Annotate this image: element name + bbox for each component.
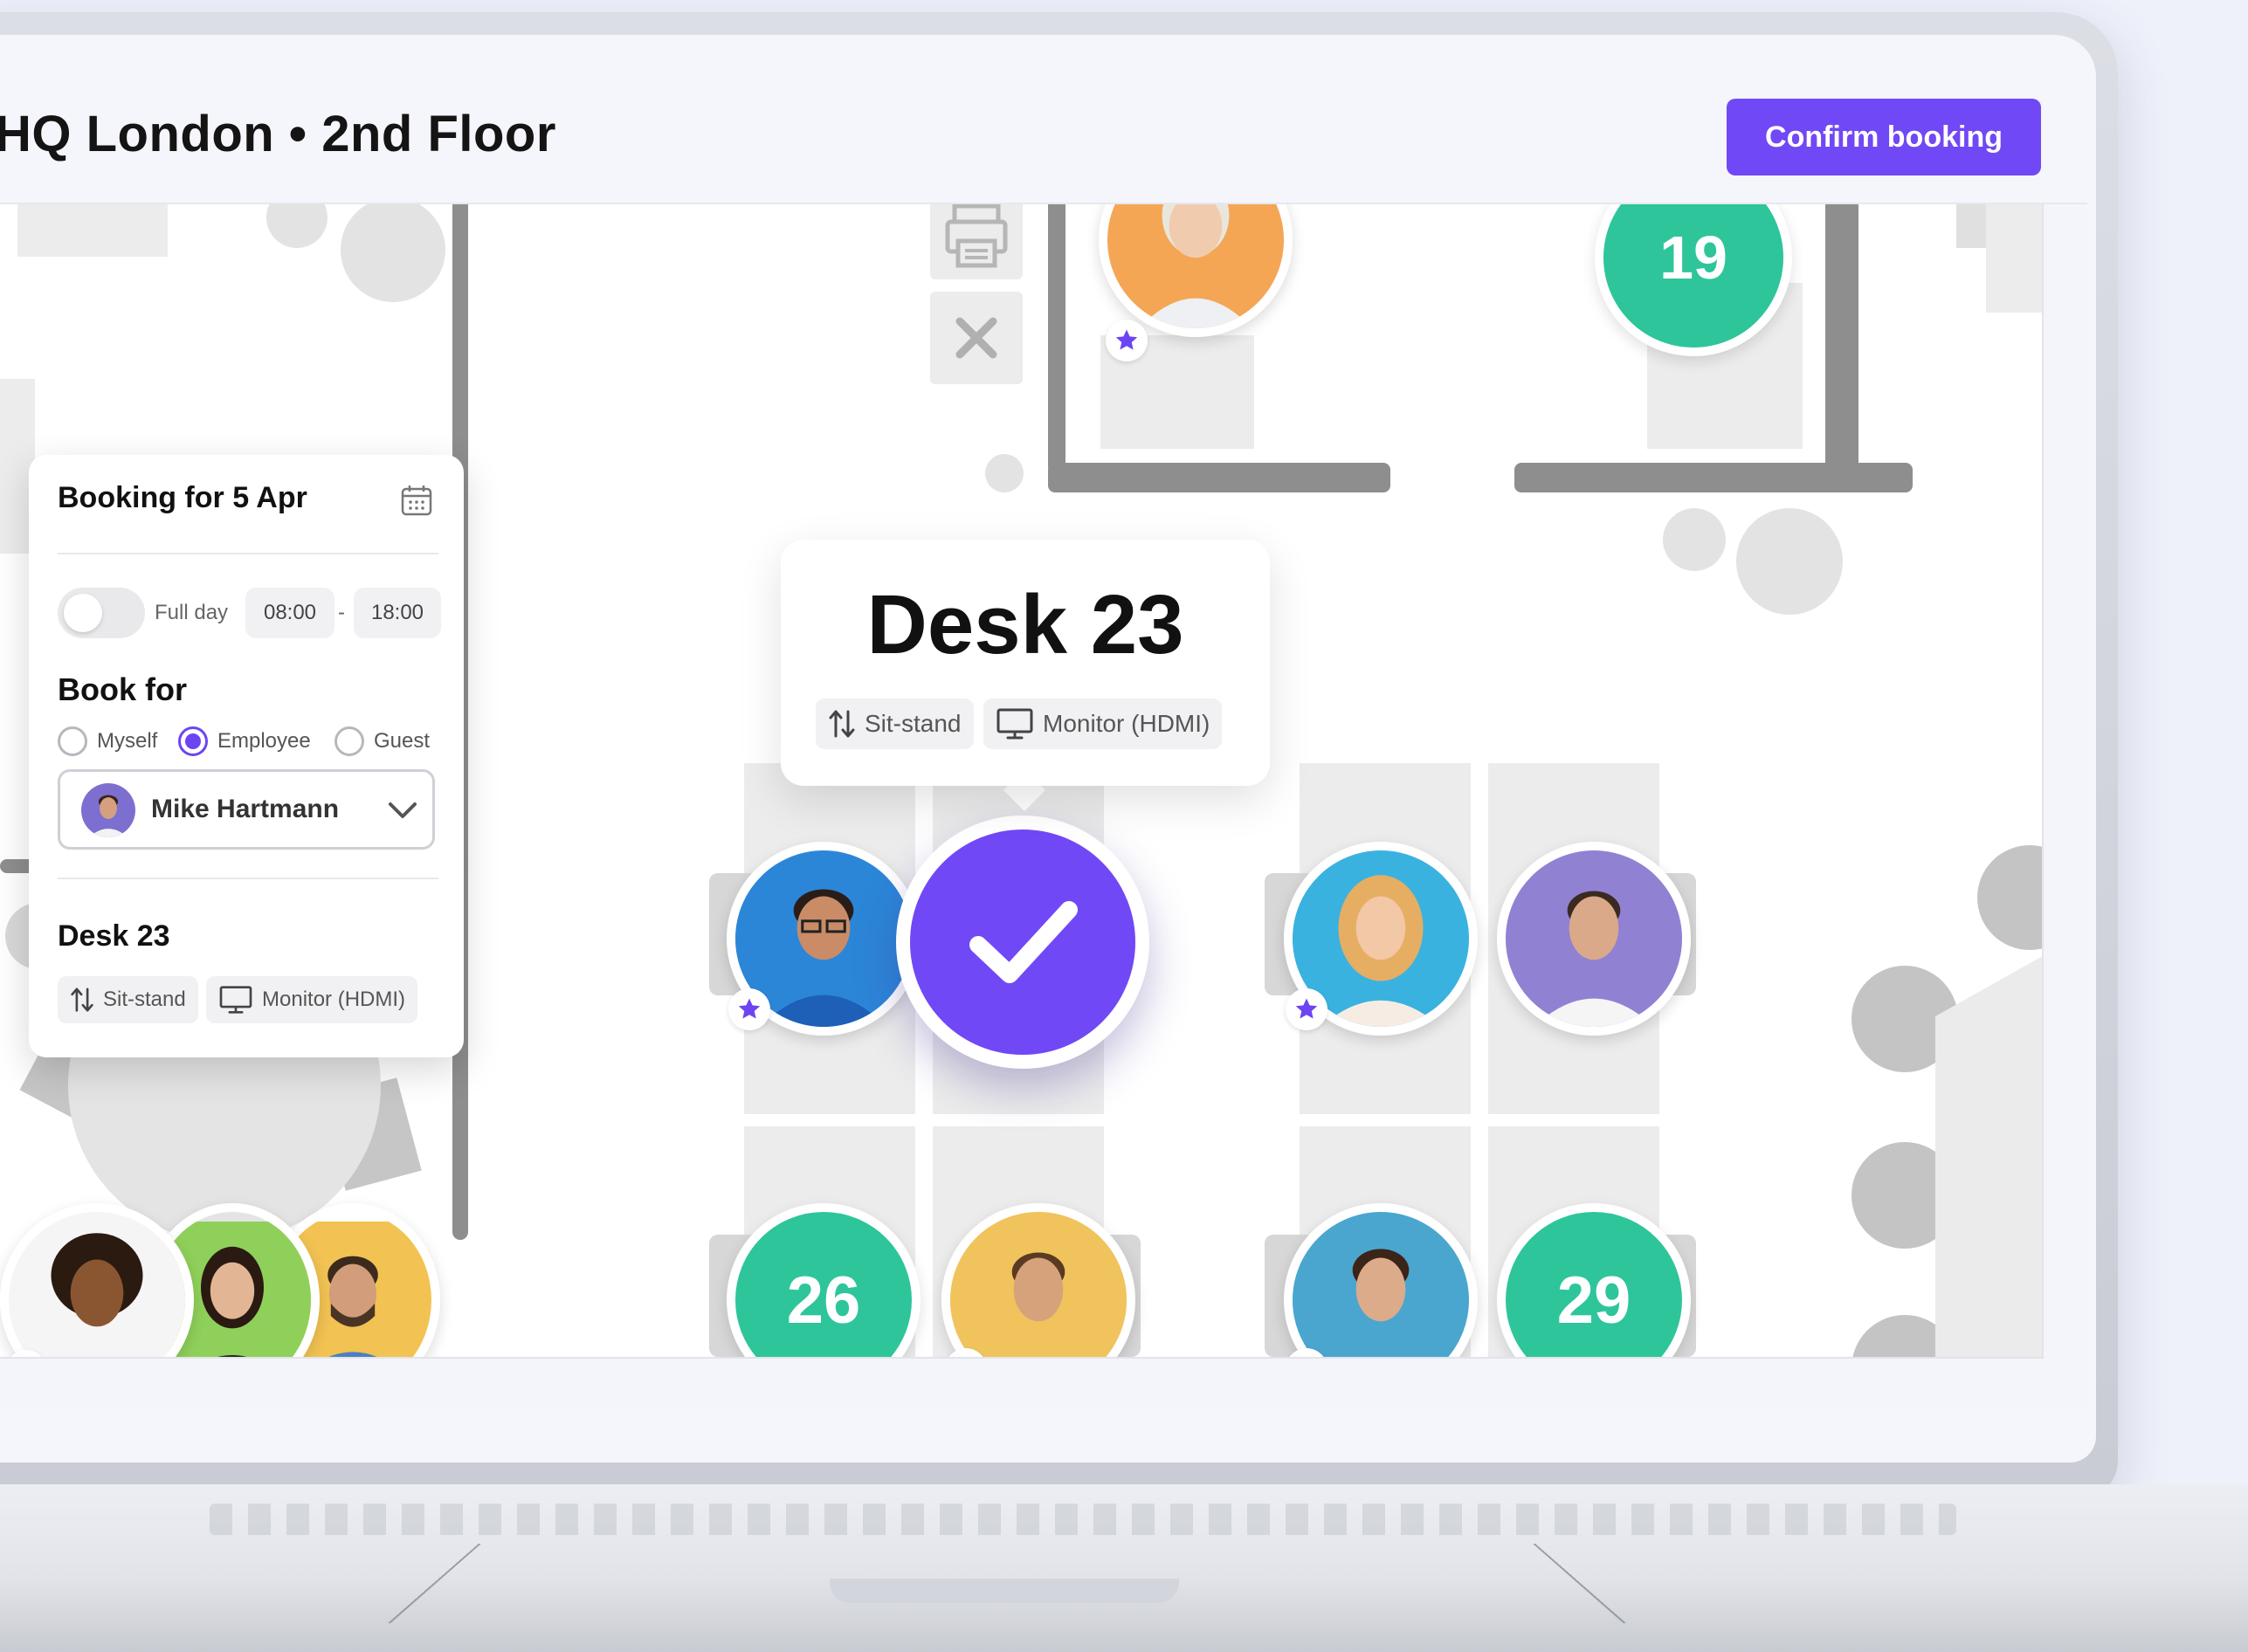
full-day-label: Full day	[155, 601, 229, 624]
radio-label-employee: Employee	[217, 729, 311, 753]
radio-guest[interactable]	[334, 726, 364, 756]
app-screen: HQ London • 2nd Floor Confirm booking 19…	[0, 54, 2087, 1406]
avatar-colleague[interactable]	[1497, 842, 1691, 1036]
feature-chip-sit-stand: Sit-stand	[816, 699, 974, 749]
star-icon	[1295, 998, 1318, 1019]
check-icon	[969, 901, 1078, 983]
selected-employee-name: Mike Hartmann	[151, 795, 340, 823]
desk-number: 29	[1556, 1263, 1631, 1338]
page-title: HQ London • 2nd Floor	[0, 106, 556, 162]
plant-decor	[341, 204, 445, 302]
feature-chip-monitor: Monitor (HDMI)	[983, 699, 1223, 749]
decor-circle	[985, 454, 1024, 492]
favorite-badge	[728, 988, 770, 1030]
feature-label: Sit-stand	[865, 710, 962, 737]
star-icon	[953, 1356, 979, 1359]
printer-tile	[930, 204, 1023, 279]
desk-title: Desk 23	[58, 919, 170, 953]
divider	[58, 878, 438, 879]
decor-circle	[1977, 845, 2042, 950]
feature-label: Monitor (HDMI)	[1043, 710, 1210, 737]
booking-date-title: Booking for 5 Apr	[58, 481, 307, 514]
divider	[58, 553, 438, 554]
favorite-badge	[1286, 988, 1327, 1030]
monitor-icon	[219, 986, 252, 1014]
radio-employee[interactable]	[178, 726, 208, 756]
star-icon	[1293, 1356, 1320, 1359]
decor-circle	[1663, 508, 1726, 571]
sit-stand-icon	[829, 710, 855, 738]
feature-label: Sit-stand	[103, 988, 186, 1011]
chevron-down-icon	[389, 802, 417, 818]
radio-label-myself: Myself	[97, 729, 158, 753]
furniture-block	[17, 204, 168, 257]
feature-chip-sit-stand: Sit-stand	[58, 976, 198, 1023]
unavailable-tile	[930, 292, 1023, 384]
monitor-icon	[996, 708, 1033, 740]
furniture-block	[1986, 204, 2042, 313]
tooltip-title: Desk 23	[866, 578, 1184, 671]
app-header: HQ London • 2nd Floor Confirm booking	[0, 54, 2087, 204]
room-wall	[1048, 204, 1065, 475]
feature-label: Monitor (HDMI)	[262, 988, 406, 1011]
star-icon	[738, 998, 761, 1019]
avatar	[81, 783, 135, 837]
employee-select[interactable]: Mike Hartmann	[58, 769, 435, 850]
start-time-field[interactable]: 08:00	[245, 588, 334, 638]
plant-decor	[266, 204, 328, 248]
desk-tooltip: Desk 23 Sit-stand Monitor (HDMI)	[781, 540, 1270, 786]
calendar-icon[interactable]	[399, 483, 434, 518]
booking-panel: Booking for 5 Apr Full day 08:00 - 18:00…	[29, 455, 464, 1057]
toggle-knob	[64, 594, 102, 632]
book-for-title: Book for	[58, 671, 187, 707]
star-icon	[13, 1358, 39, 1359]
radio-label-guest: Guest	[374, 729, 431, 753]
time-separator: -	[338, 601, 345, 624]
sit-stand-icon	[71, 988, 93, 1012]
desk-number: 26	[786, 1263, 861, 1338]
desk-selected-23[interactable]	[896, 816, 1149, 1069]
star-icon	[1115, 329, 1138, 350]
confirm-booking-button[interactable]: Confirm booking	[1727, 99, 2041, 176]
printer-icon	[945, 204, 1008, 268]
decor-circle	[1736, 508, 1843, 615]
floor-map: 19 26 29 Desk 23 Sit-stand Monitor (HDMI…	[0, 204, 2044, 1359]
room-wall	[1048, 463, 1390, 492]
feature-chip-monitor: Monitor (HDMI)	[206, 976, 418, 1023]
furniture-block	[1956, 204, 1986, 248]
laptop-notch	[830, 1579, 1179, 1603]
end-time-field[interactable]: 18:00	[354, 588, 441, 638]
avatar-colleague[interactable]	[1099, 204, 1293, 337]
full-day-toggle[interactable]	[58, 588, 145, 638]
room-wall	[1825, 204, 1858, 489]
desk-number: 19	[1659, 224, 1727, 292]
close-icon	[955, 317, 997, 359]
radio-myself[interactable]	[58, 726, 87, 756]
keyboard	[210, 1504, 1956, 1535]
favorite-badge	[1106, 320, 1148, 361]
